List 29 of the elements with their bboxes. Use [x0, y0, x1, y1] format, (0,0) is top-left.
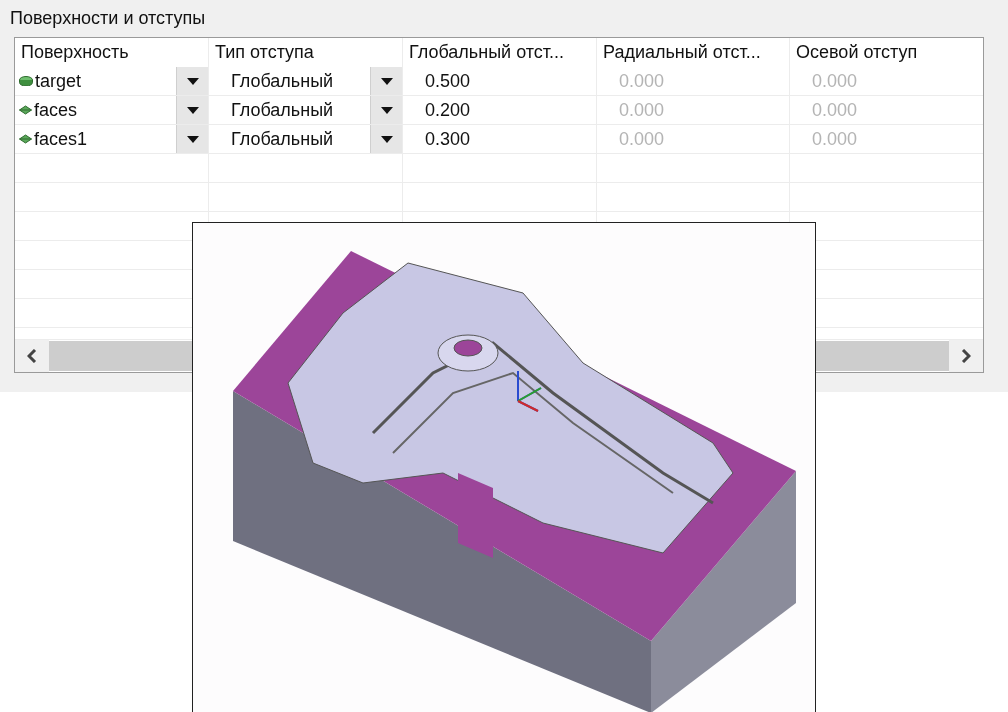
table-cell: target: [35, 70, 82, 92]
scroll-right-button[interactable]: [949, 340, 983, 372]
dropdown-button[interactable]: [370, 96, 402, 124]
chevron-left-icon: [27, 349, 37, 363]
column-header[interactable]: Радиальный отст...: [597, 38, 790, 67]
table-cell-text: Глобальный: [230, 70, 334, 92]
surface-icon: [19, 105, 32, 115]
table-cell-text: Глобальный: [230, 99, 334, 121]
table-cell-text: Глобальный: [230, 128, 334, 150]
dropdown-button[interactable]: [370, 67, 402, 95]
column-header[interactable]: Осевой отступ: [790, 38, 983, 67]
table-cell: faces: [34, 99, 78, 121]
group-title: Поверхности и отступы: [10, 8, 206, 29]
surface-icon: [19, 134, 32, 144]
dropdown-button[interactable]: [370, 125, 402, 153]
dropdown-button[interactable]: [176, 67, 208, 95]
caret-icon: [186, 106, 199, 114]
column-header[interactable]: Глобальный отст...: [403, 38, 597, 67]
caret-icon: [380, 106, 393, 114]
caret-icon: [186, 77, 199, 85]
dropdown-button[interactable]: [176, 125, 208, 153]
chevron-right-icon: [961, 349, 971, 363]
caret-icon: [380, 135, 393, 143]
dropdown-button[interactable]: [176, 96, 208, 124]
caret-icon: [186, 135, 199, 143]
solid-body-icon: [19, 76, 33, 86]
scroll-left-button[interactable]: [15, 340, 49, 372]
table-cell: faces1: [34, 128, 88, 150]
caret-icon: [380, 77, 393, 85]
